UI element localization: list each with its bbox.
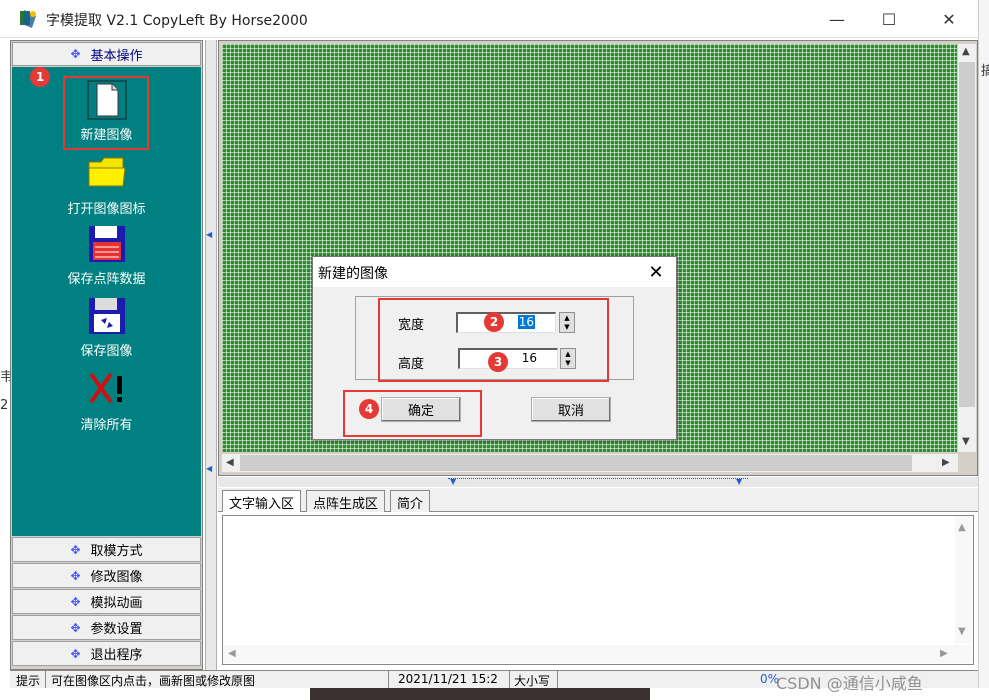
scroll-left-icon[interactable]: ◀ [226, 457, 234, 468]
scroll-down-icon[interactable]: ▼ [958, 626, 966, 637]
tool-save-data[interactable]: 保存点阵数据 [12, 224, 201, 287]
diamond-icon: ✥ [70, 542, 81, 557]
collapse-left-icon[interactable]: ◀ [206, 230, 212, 239]
background-window-edge [978, 0, 989, 700]
status-hint-label: 提示 [12, 671, 46, 688]
close-icon: ✕ [648, 261, 664, 283]
save-data-disk-icon [87, 224, 127, 264]
close-button[interactable]: ✕ [926, 0, 972, 38]
section-header-label: 基本操作 [90, 48, 143, 64]
save-image-disk-icon [87, 296, 127, 336]
splitter-grip[interactable] [448, 478, 748, 486]
text-horizontal-scrollbar[interactable] [223, 645, 973, 663]
text-vertical-scrollbar[interactable] [955, 516, 973, 644]
tool-save-image[interactable]: 保存图像 [12, 296, 201, 359]
scroll-up-icon[interactable]: ▲ [962, 46, 970, 57]
close-icon: ✕ [942, 9, 956, 29]
status-caps: 大小写 [510, 671, 558, 688]
scroll-thumb[interactable] [959, 62, 975, 407]
tool-label: 保存图像 [80, 344, 133, 359]
chevron-up-icon[interactable]: ▲ [564, 314, 569, 323]
status-hint-text: 可在图像区内点击，画新图或修改原图 [47, 671, 389, 688]
diamond-icon: ✥ [70, 568, 81, 583]
tool-label: 清除所有 [80, 418, 133, 433]
collapse-down-icon[interactable]: ▼ [736, 477, 742, 486]
tab-text-input[interactable]: 文字输入区 [222, 490, 302, 512]
background-image [310, 688, 650, 700]
menu-parameter-settings[interactable]: ✥ 参数设置 [12, 615, 201, 640]
maximize-icon: ☐ [881, 9, 897, 29]
scroll-down-icon[interactable]: ▼ [962, 436, 970, 447]
status-datetime: 2021/11/21 15:2 [394, 671, 510, 688]
scroll-left-icon[interactable]: ◀ [228, 648, 236, 659]
app-icon [18, 8, 40, 30]
chevron-up-icon[interactable]: ▲ [565, 350, 570, 359]
height-field[interactable]: 16 [458, 348, 558, 369]
scroll-up-icon[interactable]: ▲ [958, 522, 966, 533]
minimize-icon: — [829, 9, 845, 29]
menu-modeling-method[interactable]: ✥ 取模方式 [12, 537, 201, 562]
minimize-button[interactable]: — [814, 0, 860, 38]
width-label: 宽度 [398, 318, 425, 333]
cancel-button[interactable]: 取消 [531, 397, 611, 422]
collapse-left-icon[interactable]: ◀ [206, 464, 212, 473]
diamond-icon: ✥ [70, 47, 81, 61]
background-text: 搞 [981, 64, 989, 79]
new-image-icon [87, 80, 127, 120]
vertical-splitter[interactable] [205, 40, 217, 670]
chevron-down-icon[interactable]: ▼ [565, 359, 570, 368]
window-title: 字模提取 V2.1 CopyLeft By Horse2000 [46, 13, 308, 29]
menu-modify-image[interactable]: ✥ 修改图像 [12, 563, 201, 588]
maximize-button[interactable]: ☐ [866, 0, 912, 38]
annotation-badge-2: 2 [484, 312, 504, 332]
watermark: CSDN @通信小咸鱼 [776, 674, 923, 693]
scroll-right-icon[interactable]: ▶ [940, 648, 948, 659]
tool-label: 保存点阵数据 [67, 272, 146, 287]
chevron-down-icon[interactable]: ▼ [564, 323, 569, 332]
tool-clear-all[interactable]: 清除所有 [12, 370, 201, 433]
tool-open-image[interactable]: 打开图像图标 [12, 154, 201, 217]
dialog-title: 新建的图像 [318, 266, 388, 282]
menu-exit-program[interactable]: ✥ 退出程序 [12, 641, 201, 666]
tool-label: 新建图像 [80, 128, 133, 143]
annotation-badge-3: 3 [488, 352, 508, 372]
menu-simulate-animation[interactable]: ✥ 模拟动画 [12, 589, 201, 614]
diamond-icon: ✥ [70, 646, 81, 661]
tab-matrix-output[interactable]: 点阵生成区 [306, 490, 386, 512]
ok-button[interactable]: 确定 [381, 397, 461, 422]
annotation-badge-4: 4 [359, 399, 379, 419]
dialog-close-button[interactable]: ✕ [642, 258, 670, 286]
open-folder-icon [87, 154, 127, 194]
scroll-thumb[interactable] [240, 455, 912, 471]
background-text: 2 [0, 398, 9, 413]
width-field[interactable]: 16 [456, 312, 556, 333]
text-input-area[interactable] [222, 515, 974, 665]
height-stepper[interactable]: ▲ ▼ [560, 348, 576, 369]
diamond-icon: ✥ [70, 620, 81, 635]
tool-label: 打开图像图标 [67, 202, 146, 217]
clear-all-icon [87, 370, 127, 410]
width-stepper[interactable]: ▲ ▼ [559, 312, 575, 333]
collapse-down-icon[interactable]: ▼ [450, 477, 456, 486]
scroll-right-icon[interactable]: ▶ [942, 457, 950, 468]
diamond-icon: ✥ [70, 594, 81, 609]
tab-about[interactable]: 简介 [390, 490, 431, 512]
tool-new-image[interactable]: 新建图像 [12, 80, 201, 143]
section-header-basic-ops[interactable]: ✥ 基本操作 [12, 42, 201, 66]
height-label: 高度 [398, 357, 425, 372]
